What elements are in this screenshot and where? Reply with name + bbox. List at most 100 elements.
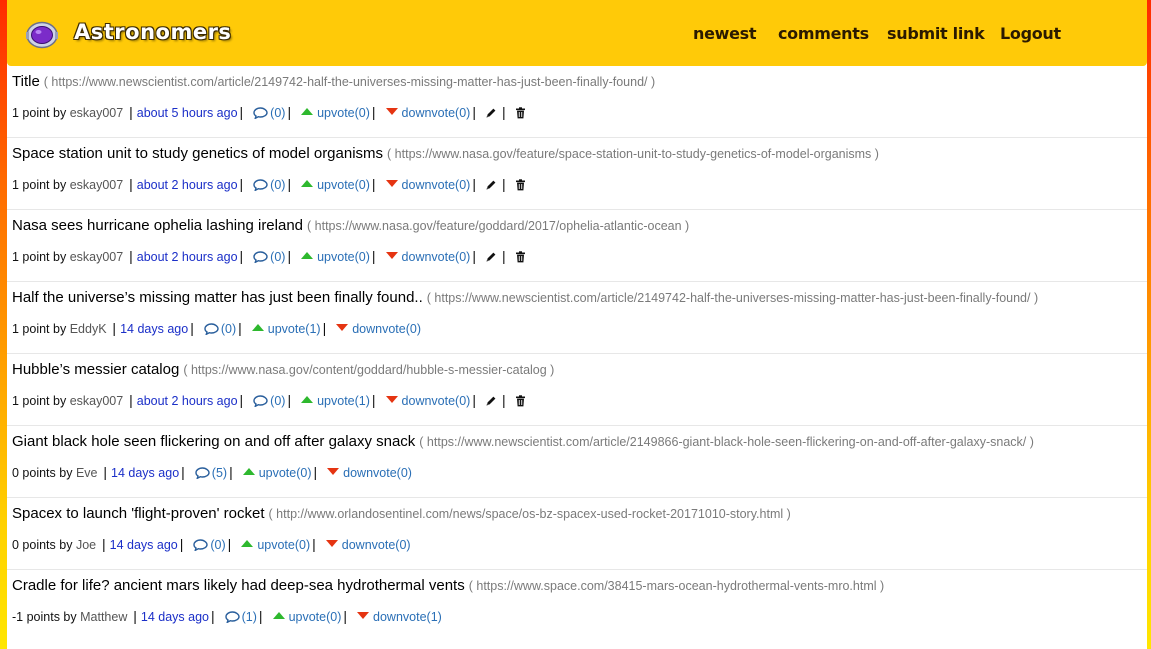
post-title-link[interactable]: Giant black hole seen flickering on and … xyxy=(12,433,415,450)
post-time-link[interactable]: about 2 hours ago xyxy=(137,178,238,192)
separator: | xyxy=(313,464,318,480)
upvote-arrow-icon[interactable] xyxy=(241,540,254,547)
post-author-link[interactable]: eskay007 xyxy=(70,106,124,120)
upvote-link[interactable]: upvote(0) xyxy=(317,106,370,120)
site-brand-name[interactable]: Astronomers xyxy=(74,20,231,44)
post-url-link[interactable]: ( https://www.newscientist.com/article/2… xyxy=(427,291,1038,305)
post-url-link[interactable]: ( https://www.nasa.gov/feature/goddard/2… xyxy=(307,219,689,233)
delete-trash-icon[interactable] xyxy=(515,107,526,122)
post-title-link[interactable]: Hubble’s messier catalog xyxy=(12,361,179,378)
comment-icon[interactable] xyxy=(193,539,209,554)
post-author-link[interactable]: Joe xyxy=(76,538,96,552)
post-title-link[interactable]: Spacex to launch 'flight-proven' rocket xyxy=(12,505,265,522)
downvote-link[interactable]: downvote(0) xyxy=(402,394,471,408)
nav-comments[interactable]: comments xyxy=(778,24,869,43)
astronaut-helmet-logo-icon[interactable] xyxy=(26,21,58,49)
post-time-link[interactable]: 14 days ago xyxy=(120,322,188,336)
comment-icon[interactable] xyxy=(195,467,210,482)
post-url-link[interactable]: ( https://www.newscientist.com/article/2… xyxy=(44,75,655,89)
post-author-link[interactable]: eskay007 xyxy=(70,250,124,264)
upvote-link[interactable]: upvote(0) xyxy=(259,466,312,480)
post-time-link[interactable]: 14 days ago xyxy=(111,466,179,480)
downvote-arrow-icon[interactable] xyxy=(385,180,398,187)
post-time-link[interactable]: about 5 hours ago xyxy=(137,106,238,120)
post-url-link[interactable]: ( https://www.nasa.gov/feature/space-sta… xyxy=(387,147,879,161)
post-time-link[interactable]: about 2 hours ago xyxy=(137,250,238,264)
upvote-arrow-icon[interactable] xyxy=(251,324,264,331)
downvote-link[interactable]: downvote(1) xyxy=(373,610,442,624)
downvote-link[interactable]: downvote(0) xyxy=(402,178,471,192)
post-url-link[interactable]: ( https://www.nasa.gov/content/goddard/h… xyxy=(183,363,554,377)
comment-icon[interactable] xyxy=(253,179,268,194)
nav-newest[interactable]: newest xyxy=(693,24,757,43)
post-author-link[interactable]: EddyK xyxy=(70,322,107,336)
comments-count-link[interactable]: (1) xyxy=(242,610,257,624)
edit-pencil-icon[interactable] xyxy=(485,251,497,266)
downvote-arrow-icon[interactable] xyxy=(325,540,338,547)
edit-pencil-icon[interactable] xyxy=(485,395,497,410)
post-time-link[interactable]: 14 days ago xyxy=(141,610,209,624)
downvote-arrow-icon[interactable] xyxy=(327,468,340,475)
upvote-link[interactable]: upvote(0) xyxy=(317,250,370,264)
comments-count-link[interactable]: (0) xyxy=(270,106,285,120)
downvote-arrow-icon[interactable] xyxy=(385,252,398,259)
post-title-link[interactable]: Half the universe’s missing matter has j… xyxy=(12,289,423,306)
separator: | xyxy=(287,392,292,408)
downvote-arrow-icon[interactable] xyxy=(336,324,349,331)
comments-count-link[interactable]: (0) xyxy=(270,394,285,408)
upvote-link[interactable]: upvote(0) xyxy=(257,538,310,552)
comments-count-link[interactable]: (0) xyxy=(221,322,236,336)
post-author-link[interactable]: eskay007 xyxy=(70,178,124,192)
nav-logout[interactable]: Logout xyxy=(1000,24,1061,43)
comments-count-link[interactable]: (0) xyxy=(210,538,225,552)
post-time-link[interactable]: about 2 hours ago xyxy=(137,394,238,408)
delete-trash-icon[interactable] xyxy=(515,251,526,266)
post-title-link[interactable]: Space station unit to study genetics of … xyxy=(12,145,383,162)
downvote-link[interactable]: downvote(0) xyxy=(402,106,471,120)
downvote-link[interactable]: downvote(0) xyxy=(352,322,421,336)
edit-pencil-icon[interactable] xyxy=(485,107,497,122)
comments-count-link[interactable]: (5) xyxy=(212,466,227,480)
post-url-link[interactable]: ( https://www.space.com/38415-mars-ocean… xyxy=(469,579,884,593)
upvote-arrow-icon[interactable] xyxy=(272,612,285,619)
downvote-arrow-icon[interactable] xyxy=(385,108,398,115)
downvote-link[interactable]: downvote(0) xyxy=(343,466,412,480)
comment-icon[interactable] xyxy=(204,323,219,338)
comments-count-link[interactable]: (0) xyxy=(270,250,285,264)
post-author-link[interactable]: Matthew xyxy=(80,610,127,624)
downvote-arrow-icon[interactable] xyxy=(385,396,398,403)
downvote-link[interactable]: downvote(0) xyxy=(402,250,471,264)
comment-icon[interactable] xyxy=(253,107,268,122)
post-title-link[interactable]: Cradle for life? ancient mars likely had… xyxy=(12,577,465,594)
comment-icon[interactable] xyxy=(224,611,240,626)
upvote-arrow-icon[interactable] xyxy=(242,468,255,475)
post-time-link[interactable]: 14 days ago xyxy=(110,538,178,552)
comments-count-link[interactable]: (0) xyxy=(270,178,285,192)
comment-icon[interactable] xyxy=(253,395,268,410)
post-title-link[interactable]: Nasa sees hurricane ophelia lashing irel… xyxy=(12,217,303,234)
post-title-link[interactable]: Title xyxy=(12,73,40,90)
downvote-arrow-icon[interactable] xyxy=(357,612,370,619)
upvote-link[interactable]: upvote(0) xyxy=(317,178,370,192)
post-url-link[interactable]: ( https://www.newscientist.com/article/2… xyxy=(419,435,1034,449)
downvote-link[interactable]: downvote(0) xyxy=(342,538,411,552)
post-url-link[interactable]: ( http://www.orlandosentinel.com/news/sp… xyxy=(269,507,791,521)
post-author-link[interactable]: eskay007 xyxy=(70,394,124,408)
comment-icon[interactable] xyxy=(253,251,268,266)
upvote-arrow-icon[interactable] xyxy=(301,180,314,187)
post-title-line: Space station unit to study genetics of … xyxy=(12,145,879,163)
separator: | xyxy=(371,392,376,408)
post-author-link[interactable]: Eve xyxy=(76,466,98,480)
upvote-link[interactable]: upvote(0) xyxy=(289,610,342,624)
upvote-arrow-icon[interactable] xyxy=(301,252,314,259)
delete-trash-icon[interactable] xyxy=(515,395,526,410)
nav-submit-link[interactable]: submit link xyxy=(887,24,985,43)
upvote-arrow-icon[interactable] xyxy=(301,396,314,403)
separator: | xyxy=(238,320,242,336)
upvote-link[interactable]: upvote(1) xyxy=(317,394,370,408)
upvote-arrow-icon[interactable] xyxy=(301,108,314,115)
delete-trash-icon[interactable] xyxy=(515,179,526,194)
edit-pencil-icon[interactable] xyxy=(485,179,497,194)
upvote-link[interactable]: upvote(1) xyxy=(268,322,321,336)
post-list: Title ( https://www.newscientist.com/arti… xyxy=(7,66,1147,642)
